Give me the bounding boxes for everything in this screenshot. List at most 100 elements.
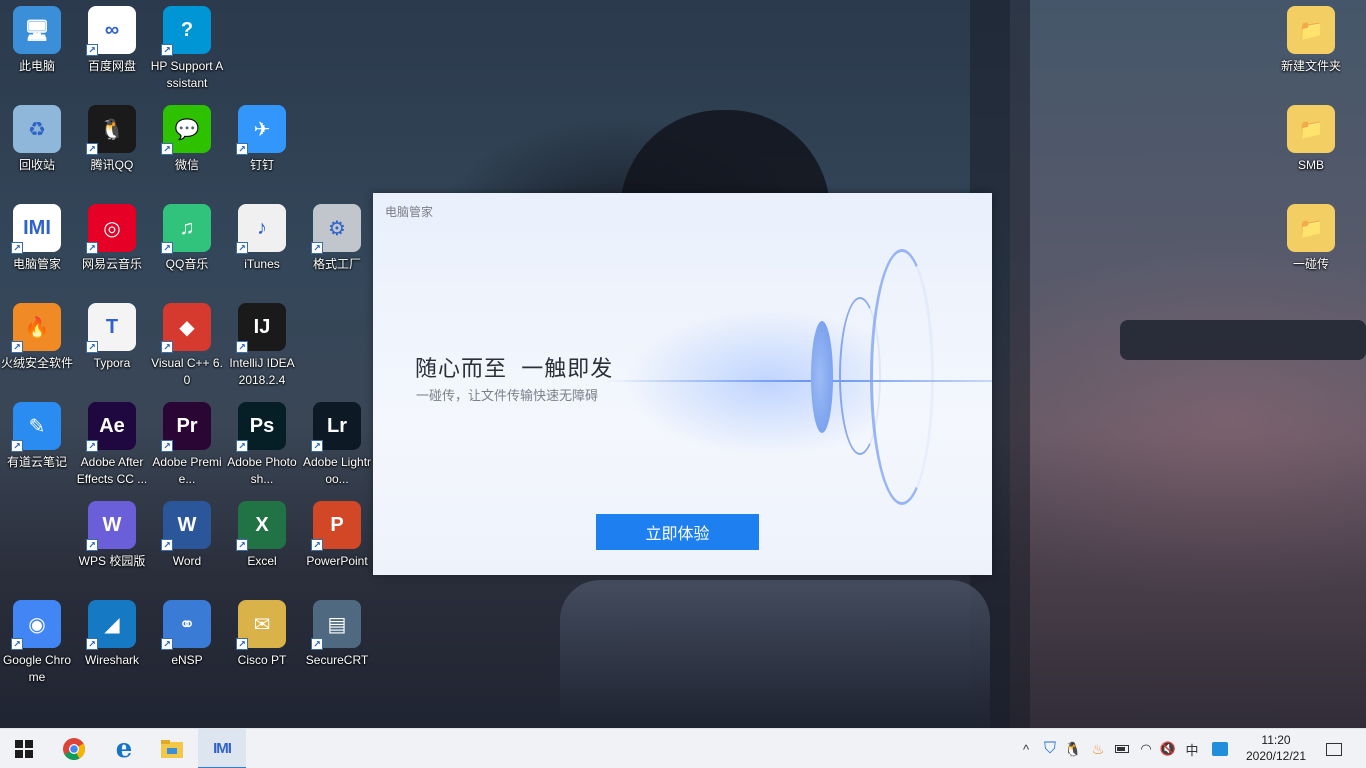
desktop-icon[interactable]: P ↗ PowerPoint (300, 495, 374, 589)
desktop-icon[interactable]: 🔥 ↗ 火绒安全软件 (0, 297, 74, 391)
shortcut-arrow-icon: ↗ (11, 341, 23, 353)
dingtalk-icon: ✈ ↗ (236, 105, 286, 155)
try-now-button[interactable]: 立即体验 (596, 514, 759, 550)
lightroom-icon: Lr ↗ (311, 402, 361, 452)
desktop-icon[interactable]: ✎ ↗ 有道云笔记 (0, 396, 74, 490)
tray-volume-button[interactable]: 🔇 (1158, 729, 1178, 768)
desktop-icon[interactable]: W ↗ Word (150, 495, 224, 589)
computer-icon: 🖥 (13, 6, 61, 54)
notification-center-button[interactable] (1322, 729, 1346, 768)
desktop-icon-label: 火绒安全软件 (0, 356, 73, 370)
cisco-pt-icon: ✉ ↗ (236, 600, 286, 650)
taskbar: e IMI ^ ⛉ 🐧 ♨ ◠ 🔇 中 11:20 2020/12/21 (0, 728, 1366, 768)
desktop-icon-label: 百度网盘 (87, 59, 136, 73)
desktop-icon-label: 格式工厂 (312, 257, 361, 271)
desktop-icon[interactable]: ∞ ↗ 百度网盘 (75, 0, 149, 94)
desktop-icon[interactable]: 📁 新建文件夹 (1274, 0, 1348, 94)
desktop-icon[interactable]: 🐧 ↗ 腾讯QQ (75, 99, 149, 193)
tray-huorong-button[interactable]: ♨ (1088, 729, 1108, 768)
qq-penguin-icon: 🐧 (1064, 740, 1082, 757)
desktop-icon[interactable]: Pr ↗ Adobe Premie... (150, 396, 224, 490)
desktop-icon[interactable]: T ↗ Typora (75, 297, 149, 391)
youdao-note-icon: ✎ ↗ (11, 402, 61, 452)
shortcut-arrow-icon: ↗ (86, 44, 98, 56)
desktop-icon-label: 有道云笔记 (6, 455, 67, 469)
itunes-icon: ♪ ↗ (236, 204, 286, 254)
desktop-icon[interactable]: 📁 一碰传 (1274, 198, 1348, 292)
desktop-icon-label: 新建文件夹 (1280, 59, 1341, 73)
taskbar-explorer-button[interactable] (148, 729, 196, 768)
shortcut-arrow-icon: ↗ (161, 440, 173, 452)
desktop-icon[interactable]: ♪ ↗ iTunes (225, 198, 299, 292)
desktop-icon[interactable]: Ps ↗ Adobe Photosh... (225, 396, 299, 490)
desktop-icon[interactable]: ◆ ↗ Visual C++ 6.0 (150, 297, 224, 391)
desktop-icon[interactable]: IJ ↗ IntelliJ IDEA 2018.2.4 (225, 297, 299, 391)
tray-security-button[interactable]: ⛉ (1040, 729, 1060, 768)
shortcut-arrow-icon: ↗ (236, 440, 248, 452)
folder-icon: 📁 (1287, 6, 1335, 54)
chrome-icon (63, 738, 85, 760)
start-button[interactable] (0, 729, 48, 768)
app-tray-icon (1212, 742, 1228, 756)
desktop-icon[interactable]: ◉ ↗ Google Chrome (0, 594, 74, 688)
wallpaper-bench (560, 580, 990, 728)
desktop-icon[interactable]: X ↗ Excel (225, 495, 299, 589)
desktop-icon[interactable]: Ae ↗ Adobe After Effects CC ... (75, 396, 149, 490)
shortcut-arrow-icon: ↗ (311, 638, 323, 650)
desktop-icon[interactable]: ✉ ↗ Cisco PT (225, 594, 299, 688)
taskbar-pc-manager-button[interactable]: IMI (198, 729, 246, 768)
shortcut-arrow-icon: ↗ (161, 638, 173, 650)
tray-overflow-button[interactable]: ^ (1016, 729, 1036, 768)
desktop-icon[interactable]: 💬 ↗ 微信 (150, 99, 224, 193)
shortcut-arrow-icon: ↗ (236, 242, 248, 254)
taskbar-clock[interactable]: 11:20 2020/12/21 (1236, 732, 1316, 764)
tray-app-button[interactable] (1208, 729, 1232, 768)
shortcut-arrow-icon: ↗ (311, 539, 323, 551)
desktop-icon[interactable]: ✈ ↗ 钉钉 (225, 99, 299, 193)
shortcut-arrow-icon: ↗ (311, 242, 323, 254)
excel-icon: X ↗ (236, 501, 286, 551)
tray-input-method-button[interactable]: 中 (1182, 729, 1202, 768)
shortcut-arrow-icon: ↗ (236, 539, 248, 551)
desktop-icon[interactable]: 📁 SMB (1274, 99, 1348, 193)
dialog-glow-decoration (613, 303, 873, 463)
desktop-icon-label: WPS 校园版 (78, 554, 146, 568)
chrome-icon: ◉ ↗ (11, 600, 61, 650)
desktop-icon[interactable]: IMI ↗ 电脑管家 (0, 198, 74, 292)
desktop-icon-label: 网易云音乐 (81, 257, 142, 271)
taskbar-chrome-button[interactable] (50, 729, 98, 768)
desktop-icon-label: Cisco PT (237, 653, 287, 667)
desktop-icon-label: eNSP (171, 653, 203, 667)
powerpoint-icon: P ↗ (311, 501, 361, 551)
desktop-icon[interactable]: ⚙ ↗ 格式工厂 (300, 198, 374, 292)
dialog-title: 电脑管家 (385, 205, 434, 219)
shortcut-arrow-icon: ↗ (86, 440, 98, 452)
taskbar-edge-button[interactable]: e (100, 729, 148, 768)
desktop-icon-label: 回收站 (18, 158, 55, 172)
desktop-icon[interactable]: ♫ ↗ QQ音乐 (150, 198, 224, 292)
desktop-icon[interactable]: ◎ ↗ 网易云音乐 (75, 198, 149, 292)
desktop-icon-label: 此电脑 (18, 59, 55, 73)
desktop-icon[interactable]: ♻ 回收站 (0, 99, 74, 193)
desktop-icon[interactable]: Lr ↗ Adobe Lightroo... (300, 396, 374, 490)
desktop-icon[interactable]: ⚭ ↗ eNSP (150, 594, 224, 688)
tray-wifi-button[interactable]: ◠ (1136, 729, 1156, 768)
input-method-label: 中 (1185, 742, 1199, 758)
desktop-icon-label: 电脑管家 (12, 257, 61, 271)
shortcut-arrow-icon: ↗ (161, 341, 173, 353)
desktop-icon[interactable]: ? ↗ HP Support Assistant (150, 0, 224, 94)
desktop-icon[interactable]: ▤ ↗ SecureCRT (300, 594, 374, 688)
securecrt-icon: ▤ ↗ (311, 600, 361, 650)
tray-qq-button[interactable]: 🐧 (1063, 729, 1083, 768)
desktop-icon[interactable]: W ↗ WPS 校园版 (75, 495, 149, 589)
wireshark-icon: ◢ ↗ (86, 600, 136, 650)
desktop-icon-label: 腾讯QQ (90, 158, 134, 172)
huorong-icon: 🔥 ↗ (11, 303, 61, 353)
netease-music-icon: ◎ ↗ (86, 204, 136, 254)
ensp-icon: ⚭ ↗ (161, 600, 211, 650)
tray-battery-button[interactable] (1112, 729, 1132, 768)
shortcut-arrow-icon: ↗ (236, 341, 248, 353)
wechat-icon: 💬 ↗ (161, 105, 211, 155)
desktop-icon[interactable]: ◢ ↗ Wireshark (75, 594, 149, 688)
desktop-icon[interactable]: 🖥 此电脑 (0, 0, 74, 94)
